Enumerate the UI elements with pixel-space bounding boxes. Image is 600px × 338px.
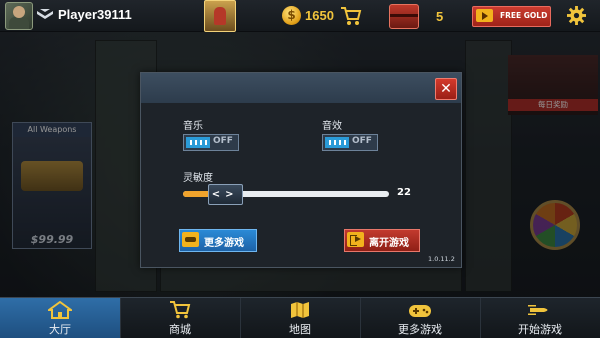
toggle-bars-icon [186, 137, 210, 148]
sensitivity-label: 灵敏度 [183, 173, 213, 184]
cart-icon [170, 301, 191, 319]
rank-chevron-icon [37, 9, 53, 19]
sensitivity-slider-handle[interactable]: <> [207, 184, 243, 205]
chest-count: 5 [436, 9, 444, 24]
dialog-header: ✕ [141, 73, 461, 103]
nav-shop[interactable]: 商城 [120, 298, 241, 338]
music-toggle[interactable]: OFF [183, 134, 239, 151]
exit-icon [347, 232, 364, 247]
nav-more-games-label: 更多游戏 [398, 323, 442, 336]
nav-start-game-label: 开始游戏 [518, 323, 562, 336]
bullet-icon [528, 305, 548, 315]
coin-icon: $ [282, 6, 301, 25]
settings-gear-icon[interactable] [567, 6, 586, 25]
coin-balance: 1650 [305, 8, 334, 23]
top-bar: Player39111 $ 1650 5 FREE GOLD [0, 0, 600, 32]
nav-lobby[interactable]: 大厅 [0, 298, 121, 338]
nav-start-game[interactable]: 开始游戏 [480, 298, 600, 338]
sfx-label: 音效 [322, 121, 342, 132]
exit-game-button[interactable]: 离开游戏 [344, 229, 420, 252]
free-gold-button[interactable]: FREE GOLD [472, 6, 551, 27]
gamepad-icon [409, 305, 431, 317]
chest-icon[interactable] [389, 4, 419, 29]
shop-cart-icon[interactable] [340, 6, 362, 26]
version-label: 1.0.11.2 [428, 255, 455, 263]
video-ad-icon [476, 9, 493, 22]
nav-shop-label: 商城 [169, 323, 191, 336]
nav-lobby-label: 大厅 [49, 323, 71, 336]
gamepad-icon [182, 232, 199, 247]
sensitivity-value: 22 [397, 187, 411, 198]
sfx-toggle-state: OFF [352, 136, 372, 146]
settings-dialog: ✕ 音乐 OFF 音效 OFF 灵敏度 <> 22 更多游戏 离开游戏 1.0.… [140, 72, 462, 268]
more-games-button[interactable]: 更多游戏 [179, 229, 257, 252]
toggle-bars-icon [325, 137, 349, 148]
bottom-nav: 大厅 商城 地图 更多游戏 开始游戏 [0, 297, 600, 338]
free-gold-label: FREE GOLD [500, 11, 548, 20]
music-toggle-state: OFF [213, 136, 233, 146]
home-icon [48, 301, 72, 319]
close-button[interactable]: ✕ [435, 78, 457, 100]
player-name: Player39111 [58, 7, 132, 22]
avatar[interactable] [5, 2, 33, 30]
exit-game-label: 离开游戏 [369, 238, 409, 249]
music-label: 音乐 [183, 121, 203, 132]
nav-more-games[interactable]: 更多游戏 [360, 298, 481, 338]
event-badge-icon[interactable] [204, 0, 236, 32]
nav-map[interactable]: 地图 [240, 298, 361, 338]
map-icon [291, 302, 309, 318]
sfx-toggle[interactable]: OFF [322, 134, 378, 151]
more-games-label: 更多游戏 [204, 238, 244, 249]
nav-map-label: 地图 [289, 323, 311, 336]
